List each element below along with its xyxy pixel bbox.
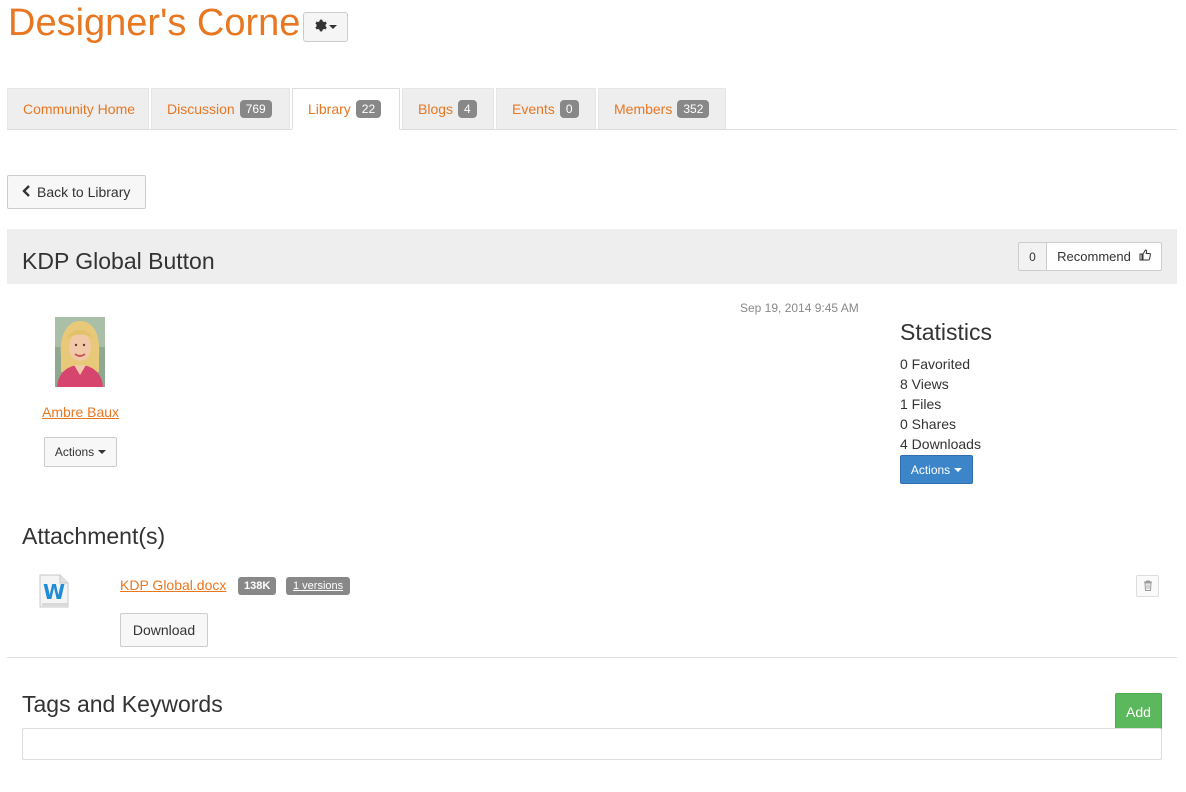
tab-label: Community Home — [23, 101, 136, 117]
avatar[interactable] — [55, 317, 105, 387]
stat-shares: 0 Shares — [900, 416, 957, 432]
gear-icon — [314, 19, 327, 36]
add-tag-button[interactable]: Add — [1115, 693, 1162, 731]
tab-label: Events — [512, 101, 555, 117]
stat-favorited: 0 Favorited — [900, 356, 971, 372]
tags-list — [22, 728, 1162, 760]
svg-text:W: W — [43, 580, 65, 604]
file-size-badge: 138K — [238, 577, 277, 595]
tab-discussion[interactable]: Discussion 769 — [151, 88, 290, 129]
chevron-left-icon — [22, 184, 31, 200]
tab-count-badge: 22 — [355, 100, 382, 118]
community-settings-button[interactable] — [303, 12, 348, 42]
author-actions-button[interactable]: Actions — [44, 437, 117, 467]
stat-downloads: 4 Downloads — [900, 436, 981, 452]
tags-title: Tags and Keywords — [22, 691, 223, 717]
tab-count-badge: 4 — [458, 100, 477, 118]
actions-label: Actions — [54, 445, 95, 459]
chevron-down-icon — [98, 450, 107, 454]
author-link[interactable]: Ambre Baux — [42, 404, 119, 420]
back-to-library-button[interactable]: Back to Library — [7, 175, 146, 209]
chevron-down-icon — [954, 467, 963, 472]
tab-blogs[interactable]: Blogs 4 — [402, 88, 494, 129]
attachments-title: Attachment(s) — [22, 523, 166, 549]
stat-views: 8 Views — [900, 376, 949, 392]
back-button-label: Back to Library — [37, 184, 131, 200]
tab-community-home[interactable]: Community Home — [7, 88, 149, 129]
tab-label: Blogs — [418, 101, 454, 117]
stat-files: 1 Files — [900, 396, 942, 412]
statistics-title: Statistics — [900, 319, 993, 345]
tab-count-badge: 769 — [239, 100, 272, 118]
tab-label: Discussion — [167, 101, 235, 117]
tabs-divider — [7, 129, 1177, 130]
community-title: Designer's Corner — [8, 2, 314, 44]
section-divider — [7, 657, 1177, 658]
attachment-file-link[interactable]: KDP Global.docx — [120, 577, 226, 593]
chevron-down-icon — [329, 25, 337, 29]
delete-attachment-button[interactable] — [1136, 575, 1159, 597]
statistics-actions-button[interactable]: Actions — [900, 455, 973, 484]
entry-title: KDP Global Button — [22, 248, 215, 274]
actions-label: Actions — [910, 462, 951, 477]
tab-events[interactable]: Events 0 — [496, 88, 596, 129]
versions-badge[interactable]: 1 versions — [286, 577, 351, 595]
tab-count-badge: 0 — [559, 100, 579, 118]
word-document-icon: W — [38, 573, 70, 609]
tab-label: Members — [614, 101, 673, 117]
download-button[interactable]: Download — [120, 613, 208, 647]
tab-library[interactable]: Library 22 — [292, 88, 400, 130]
tab-count-badge: 352 — [677, 100, 710, 118]
recommend-button[interactable]: Recommend — [1046, 242, 1162, 271]
entry-date: Sep 19, 2014 9:45 AM — [740, 301, 859, 315]
tab-label: Library — [308, 101, 351, 117]
thumbs-up-icon — [1139, 249, 1151, 264]
tab-members[interactable]: Members 352 — [598, 88, 726, 129]
recommend-label: Recommend — [1057, 249, 1131, 264]
trash-icon — [1143, 578, 1153, 594]
recommend-count: 0 — [1018, 242, 1047, 271]
